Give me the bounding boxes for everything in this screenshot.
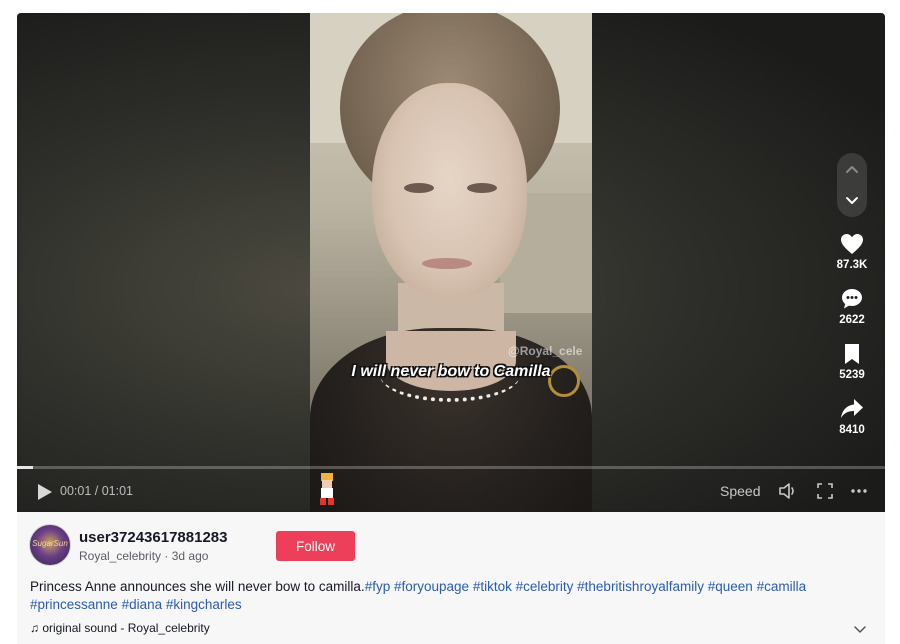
sound-link[interactable]: ♫ original sound - Royal_celebrity (30, 621, 210, 635)
share-action[interactable]: 8410 (829, 398, 875, 436)
progress-fill (17, 466, 33, 469)
bookmark-icon[interactable] (843, 343, 861, 365)
heart-icon[interactable] (840, 233, 864, 255)
save-action[interactable]: 5239 (829, 343, 875, 381)
video-caption: I will never bow to Camilla (351, 363, 551, 380)
video-frame[interactable]: @Royal_cele I will never bow to Camilla (310, 13, 592, 512)
like-action[interactable]: 87.3K (829, 233, 875, 271)
portrait-eye-left (404, 183, 434, 193)
hashtag-link[interactable]: #camilla (757, 579, 807, 594)
comment-count: 2622 (839, 314, 865, 326)
hashtag-link[interactable]: #fyp (365, 579, 391, 594)
more-icon[interactable] (849, 481, 869, 501)
comment-icon[interactable] (841, 288, 863, 310)
separator-dot: · (164, 549, 172, 563)
portrait-eye-right (467, 183, 497, 193)
portrait-lips (422, 258, 472, 269)
avatar[interactable]: SugarSun (29, 524, 71, 566)
hashtag-link[interactable]: #thebritishroyalfamily (577, 579, 704, 594)
post-date: 3d ago (171, 549, 209, 563)
like-count: 87.3K (836, 259, 868, 271)
music-note-icon: ♫ (30, 621, 39, 635)
video-description: Princess Anne announces she will never b… (30, 578, 860, 614)
share-count: 8410 (839, 424, 865, 436)
follow-button[interactable]: Follow (276, 531, 355, 561)
volume-icon[interactable] (777, 481, 797, 501)
author-nickname[interactable]: Royal_celebrity (79, 549, 161, 563)
video-info-panel: SugarSun user37243617881283 Royal_celebr… (17, 512, 885, 644)
playback-time: 00:01 / 01:01 (60, 484, 133, 498)
author-subline: Royal_celebrity · 3d ago (79, 549, 208, 563)
hashtag-link[interactable]: #celebrity (516, 579, 574, 594)
hashtag-link[interactable]: #diana (122, 597, 163, 612)
play-icon[interactable] (38, 484, 52, 500)
video-navigation (837, 153, 867, 217)
portrait-face (372, 83, 527, 298)
expand-chevron-icon[interactable] (853, 623, 867, 635)
hashtag-link[interactable]: #tiktok (473, 579, 512, 594)
hashtag-link[interactable]: #kingcharles (166, 597, 242, 612)
sound-label: original sound - Royal_celebrity (42, 621, 210, 635)
hashtag-link[interactable]: #princessanne (30, 597, 118, 612)
hashtag-link[interactable]: #queen (708, 579, 753, 594)
share-icon[interactable] (840, 398, 864, 420)
video-watermark: @Royal_cele (508, 344, 583, 358)
avatar-logo-text: SugarSun (32, 539, 68, 548)
chevron-down-icon (846, 197, 858, 204)
player-controls: 00:01 / 01:01 Speed (17, 474, 885, 510)
video-player[interactable]: @Royal_cele I will never bow to Camilla … (17, 13, 885, 512)
author-username[interactable]: user37243617881283 (79, 529, 227, 546)
description-text: Princess Anne announces she will never b… (30, 579, 365, 594)
comment-action[interactable]: 2622 (829, 288, 875, 326)
next-video-button[interactable] (837, 185, 867, 215)
chevron-up-icon (846, 166, 858, 173)
hashtag-link[interactable]: #foryoupage (394, 579, 469, 594)
save-count: 5239 (839, 369, 865, 381)
previous-video-button[interactable] (837, 155, 867, 185)
progress-bar[interactable] (17, 466, 885, 469)
speed-button[interactable]: Speed (720, 483, 760, 499)
fullscreen-icon[interactable] (815, 481, 835, 501)
